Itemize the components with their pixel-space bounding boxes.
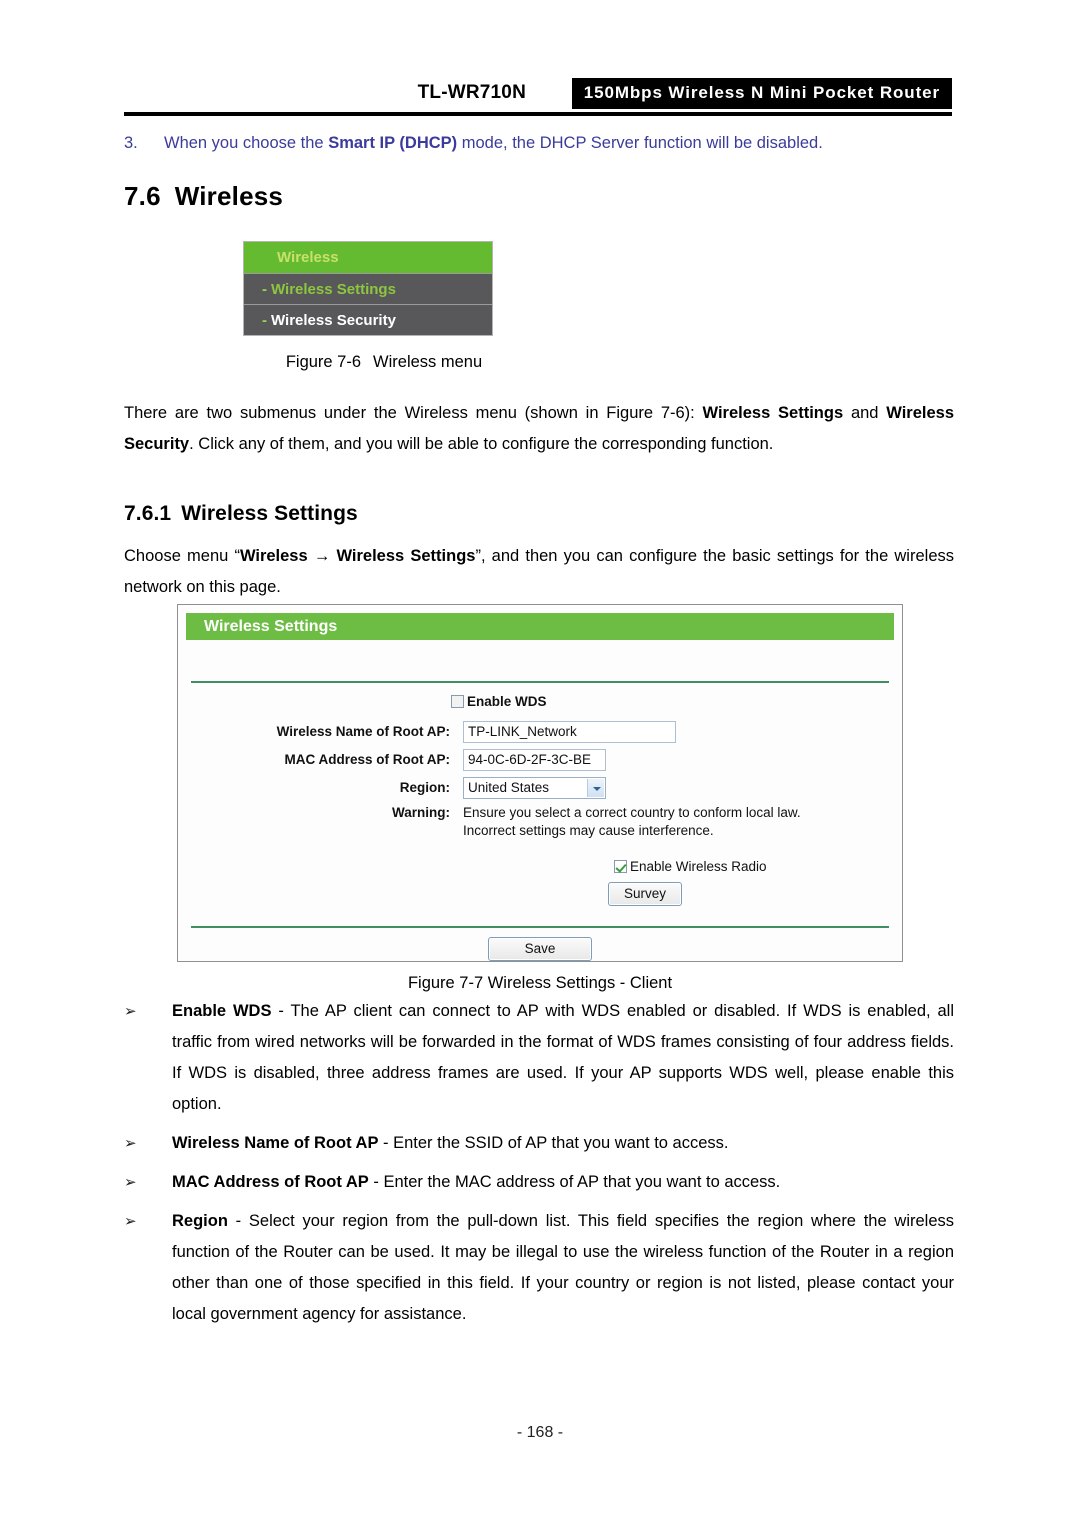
bullet-enable-wds-text: Enable WDS - The AP client can connect t… [172,996,954,1120]
bullet-arrow-icon: ➢ [124,1174,137,1191]
panel-divider-bottom [191,926,889,928]
enable-wireless-radio-label: Enable Wireless Radio [630,859,767,874]
subsection-title: Wireless Settings [181,502,358,525]
save-button-wrap: Save [178,937,902,961]
intro-text-a: There are two submenus under the Wireles… [124,404,703,422]
warning-row: Warning: Ensure you select a correct cou… [178,804,902,844]
choose-bold-wireless: Wireless [239,547,308,565]
bullet-region-text: Region - Select your region from the pul… [172,1206,954,1330]
bullet-arrow-icon: ➢ [124,1135,137,1152]
enable-wireless-radio-checkbox[interactable] [614,860,627,873]
bullet-arrow-icon: ➢ [124,1213,137,1230]
note-text-before: When you choose the [164,134,329,152]
panel-divider-top [191,681,889,683]
header-product-band: 150Mbps Wireless N Mini Pocket Router [571,78,952,109]
bullet-wireless-name-rest: - Enter the SSID of AP that you want to … [378,1134,729,1152]
section-number: 7.6 [124,181,161,211]
numbered-note: 3. When you choose the Smart IP (DHCP) m… [124,130,954,156]
region-label: Region: [399,780,450,795]
enable-wireless-radio-control[interactable]: Enable Wireless Radio [614,858,767,876]
section-heading: 7.6 Wireless [124,181,283,212]
menu-item-wireless[interactable]: Wireless [244,242,492,273]
page-footer: - 168 - [516,1424,564,1441]
panel-title: Wireless Settings [186,613,894,640]
note-number: 3. [124,134,138,152]
bullet-region-term: Region [172,1212,228,1230]
bullet-enable-wds-term: Enable WDS [172,1002,272,1020]
survey-button[interactable]: Survey [608,882,682,906]
menu-dash-icon: - [262,281,267,298]
ssid-field-wrap: TP-LINK_Network [463,721,676,748]
note-text: When you choose the Smart IP (DHCP) mode… [164,130,954,156]
figure-7-6-title: Wireless menu [373,353,483,371]
header-model-name: TL-WR710N [417,82,526,103]
intro-text-e: . Click any of them, and you will be abl… [189,435,774,453]
bullet-mac-address-rest: - Enter the MAC address of AP that you w… [368,1173,781,1191]
bullet-enable-wds-rest: - The AP client can connect to AP with W… [172,1002,954,1113]
ssid-row: Wireless Name of Root AP: TP-LINK_Networ… [178,721,902,746]
subsection-number: 7.6.1 [124,502,172,525]
bullet-wireless-name-root-ap: ➢ Wireless Name of Root AP - Enter the S… [124,1128,954,1159]
note-text-after: mode, the DHCP Server function will be d… [457,134,823,152]
region-select[interactable]: United States [463,777,606,799]
figure-7-7-caption: Figure 7-7 Wireless Settings - Client [407,974,673,992]
enable-wds-row: Enable WDS [178,693,902,718]
bullet-region-rest: - Select your region from the pull-down … [172,1212,954,1323]
ssid-label: Wireless Name of Root AP: [276,724,450,739]
chevron-down-icon[interactable] [587,779,604,797]
region-row: Region: United States [178,777,902,802]
intro-text-c: and [843,404,887,422]
menu-dash-icon: - [262,312,267,329]
ssid-input[interactable]: TP-LINK_Network [463,721,676,743]
mac-row: MAC Address of Root AP: 94-0C-6D-2F-3C-B… [178,749,902,774]
menu-item-wireless-settings[interactable]: - Wireless Settings [244,273,492,304]
running-header: TL-WR710N 150Mbps Wireless N Mini Pocket… [124,78,952,112]
warning-line-1: Ensure you select a correct country to c… [463,805,801,820]
bullet-wireless-name-term: Wireless Name of Root AP [172,1134,379,1152]
warning-line-2: Incorrect settings may cause interferenc… [463,823,714,838]
subsection-heading: 7.6.1 Wireless Settings [124,502,358,526]
bullet-wireless-name-text: Wireless Name of Root AP - Enter the SSI… [172,1128,954,1159]
menu-item-wireless-security-label: Wireless Security [271,312,396,329]
mac-label: MAC Address of Root AP: [284,752,451,767]
mac-field-wrap: 94-0C-6D-2F-3C-BE [463,749,606,776]
bullet-mac-address-text: MAC Address of Root AP - Enter the MAC a… [172,1167,954,1198]
choose-bold-settings: Wireless Settings [336,547,476,565]
survey-button-wrap: Survey [608,882,682,906]
enable-wds-control[interactable]: Enable WDS [451,693,547,711]
warning-text-wrap: Ensure you select a correct country to c… [463,804,801,840]
save-button[interactable]: Save [488,937,592,961]
region-field-wrap: United States [463,777,606,804]
note-bold-term: Smart IP (DHCP) [328,134,458,152]
bullet-arrow-icon: ➢ [124,1003,137,1020]
enable-wds-label: Enable WDS [467,694,547,709]
region-select-value: United States [468,780,550,795]
menu-item-wireless-security[interactable]: - Wireless Security [244,304,492,335]
figure-7-6-caption: Figure 7-6 Wireless menu [0,353,768,372]
figure-7-6-label: Figure 7-6 [285,353,362,371]
choose-text-a: Choose menu “ [124,547,240,565]
enable-wds-checkbox[interactable] [451,695,464,708]
bullet-mac-address-root-ap: ➢ MAC Address of Root AP - Enter the MAC… [124,1167,954,1198]
mac-input[interactable]: 94-0C-6D-2F-3C-BE [463,749,606,771]
wireless-menu-figure: Wireless - Wireless Settings - Wireless Se… [243,241,493,336]
arrow-icon: → [313,547,331,565]
warning-label: Warning: [392,805,450,820]
panel-form: Enable WDS Wireless Name of Root AP: TP-… [178,693,902,844]
section-title: Wireless [174,181,284,211]
menu-item-wireless-label: Wireless [277,249,339,266]
wireless-settings-panel: Wireless Settings Enable WDS Wireless Na… [177,604,903,962]
intro-paragraph: There are two submenus under the Wireles… [124,398,954,460]
document-page: TL-WR710N 150Mbps Wireless N Mini Pocket… [0,0,1080,1527]
bullet-enable-wds: ➢ Enable WDS - The AP client can connect… [124,996,954,1120]
intro-bold-settings: Wireless Settings [702,404,844,422]
header-rule [124,112,952,116]
choose-menu-paragraph: Choose menu “Wireless → Wireless Setting… [124,541,954,603]
menu-item-wireless-settings-label: Wireless Settings [271,281,396,298]
bullet-mac-address-term: MAC Address of Root AP [172,1173,369,1191]
bullet-region: ➢ Region - Select your region from the p… [124,1206,954,1330]
